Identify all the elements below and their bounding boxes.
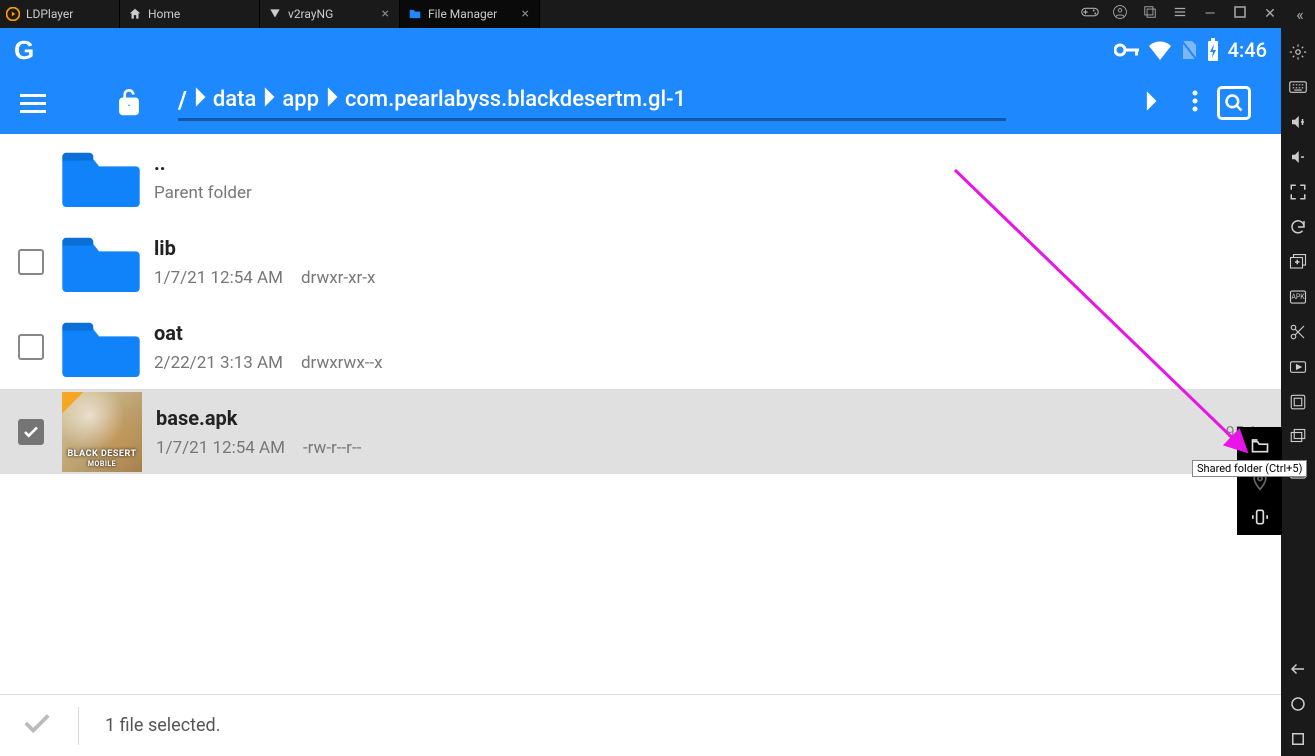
app-icon — [268, 7, 282, 21]
shared-folder-button[interactable] — [1237, 427, 1282, 463]
tab-home[interactable]: Home — [120, 0, 260, 28]
tab-close-button[interactable]: × — [522, 6, 529, 22]
folder-icon — [62, 231, 140, 293]
multi-instance-icon[interactable] — [1135, 5, 1165, 23]
file-name: oat — [154, 321, 383, 345]
file-date: 1/7/21 12:54 AM — [156, 438, 285, 458]
recents-icon[interactable] — [1281, 721, 1315, 756]
tooltip: Shared folder (Ctrl+5) — [1192, 460, 1307, 477]
app-toolbar: / data app com.pearlabyss.blackdesertm.g… — [0, 72, 1281, 134]
wifi-icon — [1148, 40, 1172, 60]
google-logo-icon: G — [14, 35, 34, 66]
list-item[interactable]: oat 2/22/21 3:13 AM drwxrwx--x — [0, 304, 1281, 389]
volume-up-icon[interactable] — [1281, 104, 1315, 139]
checkbox-checked[interactable] — [18, 419, 44, 445]
apk-install-icon[interactable]: APK — [1281, 279, 1315, 314]
file-date: 2/22/21 3:13 AM — [154, 353, 283, 373]
chevron-right-icon — [193, 86, 207, 114]
settings-gear-icon[interactable] — [1281, 34, 1315, 69]
maximize-button[interactable] — [1225, 6, 1255, 22]
back-icon[interactable] — [1281, 651, 1315, 686]
minimize-button[interactable]: — — [1195, 6, 1225, 22]
menu-icon[interactable] — [1165, 5, 1195, 23]
scissors-icon[interactable] — [1281, 314, 1315, 349]
breadcrumb-root[interactable]: / — [178, 86, 187, 114]
breadcrumb-segment[interactable]: app — [282, 87, 319, 112]
emulator-brand-label: LDPlayer — [26, 7, 73, 21]
android-statusbar: G 4:46 — [0, 28, 1281, 72]
folder-icon — [62, 316, 140, 378]
file-subtitle: Parent folder — [154, 183, 252, 203]
ldplayer-logo-icon — [6, 7, 20, 21]
file-date: 1/7/21 12:54 AM — [154, 268, 283, 288]
file-list: .. Parent folder lib 1/7/21 12:54 AM drw… — [0, 134, 1281, 474]
tab-label: Home — [148, 7, 180, 21]
emulator-titlebar: LDPlayer Home v2rayNG × File Manager × —… — [0, 0, 1315, 28]
selection-text: 1 file selected. — [105, 715, 220, 736]
vpn-key-icon — [1114, 42, 1140, 58]
video-record-icon[interactable] — [1281, 349, 1315, 384]
shake-icon[interactable] — [1237, 499, 1282, 535]
search-button[interactable] — [1217, 86, 1261, 120]
battery-charging-icon — [1206, 38, 1220, 62]
status-clock: 4:46 — [1228, 38, 1267, 62]
list-item-parent[interactable]: .. Parent folder — [0, 134, 1281, 219]
file-name: base.apk — [156, 406, 361, 430]
selection-bar: 1 file selected. — [0, 694, 1281, 756]
list-item[interactable]: lib 1/7/21 12:54 AM drwxr-xr-x — [0, 219, 1281, 304]
breadcrumb-segment[interactable]: data — [213, 87, 256, 112]
chevron-right-icon — [262, 86, 276, 114]
keyboard-icon[interactable] — [1281, 69, 1315, 104]
emulator-brand-tab: LDPlayer — [0, 0, 120, 28]
breadcrumb: / data app com.pearlabyss.blackdesertm.g… — [178, 86, 1006, 121]
file-permissions: drwxr-xr-x — [301, 268, 375, 288]
tab-label: File Manager — [428, 7, 497, 21]
apk-thumbnail: BLACK DESERTMOBILE — [62, 392, 142, 472]
floating-toolbar — [1237, 427, 1282, 535]
emulator-sidebar: APK — [1281, 28, 1315, 756]
screenshot-icon[interactable] — [1281, 384, 1315, 419]
unlock-icon[interactable] — [116, 86, 142, 120]
overflow-menu-button[interactable] — [1173, 89, 1217, 117]
forward-button[interactable] — [1129, 90, 1173, 116]
close-window-button[interactable]: ✕ — [1255, 6, 1285, 22]
folder-icon — [62, 146, 140, 208]
collapse-sidebar-button[interactable]: « — [1285, 5, 1315, 24]
multiwindow-icon[interactable] — [1281, 244, 1315, 279]
home-icon — [128, 7, 142, 21]
checkbox[interactable] — [18, 334, 44, 360]
gamepad-icon[interactable] — [1075, 5, 1105, 23]
no-sim-icon — [1180, 39, 1198, 61]
user-icon[interactable] — [1105, 5, 1135, 23]
tab-file-manager[interactable]: File Manager × — [400, 0, 540, 28]
volume-down-icon[interactable] — [1281, 139, 1315, 174]
breadcrumb-segment[interactable]: com.pearlabyss.blackdesertm.gl-1 — [345, 87, 686, 112]
sync-icon[interactable] — [1281, 209, 1315, 244]
file-name: lib — [154, 236, 375, 260]
home-nav-icon[interactable] — [1281, 686, 1315, 721]
app-viewport: G 4:46 / data app com.pearlabyss.blackde… — [0, 28, 1281, 756]
check-icon[interactable] — [22, 709, 52, 742]
list-item-selected[interactable]: BLACK DESERTMOBILE base.apk 1/7/21 12:54… — [0, 389, 1281, 474]
chevron-right-icon — [325, 86, 339, 114]
file-name: .. — [154, 151, 252, 175]
tab-v2rayng[interactable]: v2rayNG × — [260, 0, 400, 28]
menu-hamburger-button[interactable] — [20, 94, 46, 113]
file-permissions: -rw-r--r-- — [303, 438, 361, 458]
tab-label: v2rayNG — [288, 7, 333, 21]
fullscreen-icon[interactable] — [1281, 174, 1315, 209]
checkbox[interactable] — [18, 249, 44, 275]
tab-close-button[interactable]: × — [382, 6, 389, 22]
folder-icon — [408, 7, 422, 21]
file-permissions: drwxrwx--x — [301, 353, 383, 373]
shared-folder-icon[interactable] — [1281, 419, 1315, 454]
